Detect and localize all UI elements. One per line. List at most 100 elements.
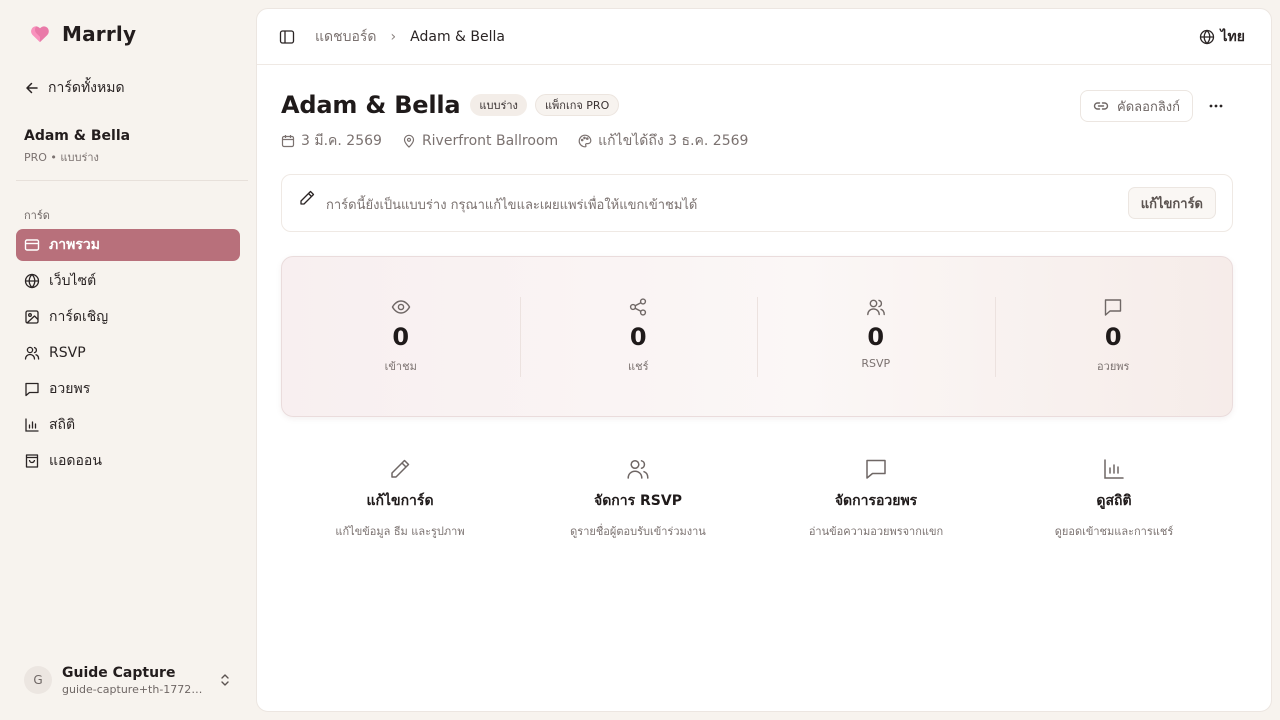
stat-label: RSVP (861, 356, 891, 370)
user-account-switcher[interactable]: G Guide Capture guide-capture+th-17725..… (16, 656, 240, 704)
more-options-button[interactable] (1203, 93, 1229, 119)
pencil-icon (298, 189, 316, 207)
sidebar-item-overview[interactable]: ภาพรวม (16, 229, 240, 261)
stats-summary: 0 เข้าชม 0 แชร์ 0 RSVP 0 อวยพร (281, 256, 1233, 417)
users-icon (626, 457, 650, 481)
stat-wishes: 0 อวยพร (994, 296, 1233, 377)
user-name: Guide Capture (62, 664, 176, 681)
action-title: ดูสถิติ (1096, 493, 1132, 509)
stat-value: 0 (867, 322, 885, 351)
brand-name: Marrly (62, 22, 137, 46)
sidebar-item-addons[interactable]: แอดออน (16, 445, 240, 477)
quick-actions: แก้ไขการ์ด แก้ไขข้อมูล ธีม และรูปภาพ จัด… (281, 457, 1233, 540)
action-manage-rsvp[interactable]: จัดการ RSVP ดูรายชื่อผู้ตอบรับเข้าร่วมงา… (519, 457, 757, 540)
event-venue: Riverfront Ballroom (402, 133, 558, 149)
action-title: จัดการ RSVP (594, 493, 682, 509)
sidebar-item-stats[interactable]: สถิติ (16, 409, 240, 441)
action-view-stats[interactable]: ดูสถิติ ดูยอดเข้าชมและการแชร์ (995, 457, 1233, 540)
breadcrumb-dashboard[interactable]: แดชบอร์ด (315, 26, 377, 48)
plan-badge: แพ็กเกจ PRO (534, 94, 620, 116)
stat-value: 0 (392, 322, 410, 351)
users-icon (24, 345, 40, 361)
link-icon (1093, 98, 1109, 114)
edit-deadline-text: แก้ไขได้ถึง 3 ธ.ค. 2569 (598, 133, 749, 149)
pencil-icon (388, 457, 412, 481)
card-icon (24, 237, 40, 253)
edit-deadline: แก้ไขได้ถึง 3 ธ.ค. 2569 (578, 130, 748, 152)
language-switcher[interactable]: ไทย (1199, 26, 1245, 48)
action-title: แก้ไขการ์ด (366, 493, 434, 509)
sidebar-nav: ภาพรวม เว็บไซต์ การ์ดเชิญ RSVP อวยพร สถิ… (16, 229, 240, 481)
card-name: Adam & Bella (24, 128, 131, 144)
copy-link-button[interactable]: คัดลอกลิงก์ (1080, 90, 1193, 122)
sidebar-item-label: RSVP (49, 345, 86, 361)
globe-icon (1199, 29, 1215, 45)
action-title: จัดการอวยพร (834, 493, 918, 509)
map-pin-icon (402, 134, 416, 148)
message-icon (864, 457, 888, 481)
message-icon (1103, 297, 1123, 317)
bar-chart-icon (24, 417, 40, 433)
page-header: Adam & Bella แบบร่าง แพ็กเกจ PRO (281, 91, 620, 119)
sidebar-item-website[interactable]: เว็บไซต์ (16, 265, 240, 297)
action-manage-wishes[interactable]: จัดการอวยพร อ่านข้อความอวยพรจากแขก (757, 457, 995, 540)
card-summary: Adam & Bella PRO • แบบร่าง (24, 128, 130, 166)
more-horizontal-icon (1209, 104, 1223, 108)
card-meta: PRO • แบบร่าง (24, 151, 99, 164)
event-date: 3 มี.ค. 2569 (281, 130, 382, 152)
sidebar: Marrly การ์ดทั้งหมด Adam & Bella PRO • แ… (0, 0, 256, 720)
action-description: อ่านข้อความอวยพรจากแขก (808, 525, 944, 538)
sidebar-section-label: การ์ด (24, 209, 50, 222)
brand-logo[interactable]: Marrly (30, 22, 136, 46)
sidebar-item-rsvp[interactable]: RSVP (16, 337, 240, 369)
user-email: guide-capture+th-17725... (62, 682, 207, 696)
sidebar-item-label: ภาพรวม (49, 237, 100, 253)
action-description: ดูยอดเข้าชมและการแชร์ (1054, 525, 1174, 538)
stat-views: 0 เข้าชม (282, 297, 520, 377)
main-panel: แดชบอร์ด › Adam & Bella ไทย Adam & Bella… (256, 8, 1272, 712)
breadcrumb-current: Adam & Bella (410, 28, 505, 45)
card-meta-row: 3 มี.ค. 2569 Riverfront Ballroom แก้ไขได… (281, 130, 748, 152)
heart-icon (30, 25, 50, 43)
action-edit-card[interactable]: แก้ไขการ์ด แก้ไขข้อมูล ธีม และรูปภาพ (281, 457, 519, 540)
globe-icon (24, 273, 40, 289)
action-description: แก้ไขข้อมูล ธีม และรูปภาพ (335, 525, 465, 538)
palette-icon (578, 134, 592, 148)
stat-label: เข้าชม (384, 359, 417, 373)
user-info: Guide Capture guide-capture+th-17725... (62, 665, 208, 696)
breadcrumb-separator: › (390, 28, 397, 45)
sidebar-item-wishes[interactable]: อวยพร (16, 373, 240, 405)
sidebar-toggle-icon[interactable] (279, 29, 295, 45)
image-icon (24, 309, 40, 325)
stat-shares: 0 แชร์ (519, 296, 758, 377)
users-icon (866, 297, 886, 317)
message-icon (24, 381, 40, 397)
sidebar-item-label: เว็บไซต์ (49, 273, 97, 289)
back-link-label: การ์ดทั้งหมด (48, 80, 125, 96)
stat-rsvp: 0 RSVP (757, 296, 995, 377)
stat-value: 0 (1104, 322, 1122, 351)
share-icon (628, 297, 648, 317)
sidebar-item-invitation[interactable]: การ์ดเชิญ (16, 301, 240, 333)
avatar: G (24, 666, 52, 694)
page-title: Adam & Bella (281, 91, 461, 119)
shopping-bag-icon (24, 453, 40, 469)
event-date-text: 3 มี.ค. 2569 (301, 133, 382, 149)
chevron-up-down-icon (218, 673, 232, 687)
action-description: ดูรายชื่อผู้ตอบรับเข้าร่วมงาน (570, 525, 706, 538)
back-to-all-cards-link[interactable]: การ์ดทั้งหมด (24, 76, 125, 100)
arrow-left-icon (24, 80, 40, 96)
stat-label: แชร์ (628, 359, 649, 373)
sidebar-item-label: อวยพร (49, 381, 91, 397)
sidebar-divider (16, 180, 248, 181)
calendar-icon (281, 134, 295, 148)
bar-chart-icon (1102, 457, 1126, 481)
event-venue-text: Riverfront Ballroom (421, 133, 559, 149)
sidebar-item-label: สถิติ (49, 417, 76, 433)
sidebar-item-label: แอดออน (49, 453, 102, 469)
draft-notice: การ์ดนี้ยังเป็นแบบร่าง กรุณาแก้ไขและเผยแ… (281, 174, 1233, 232)
stat-label: อวยพร (1097, 359, 1130, 373)
sidebar-item-label: การ์ดเชิญ (49, 309, 109, 325)
topbar: แดชบอร์ด › Adam & Bella ไทย (257, 9, 1271, 65)
edit-card-button[interactable]: แก้ไขการ์ด (1127, 187, 1216, 219)
